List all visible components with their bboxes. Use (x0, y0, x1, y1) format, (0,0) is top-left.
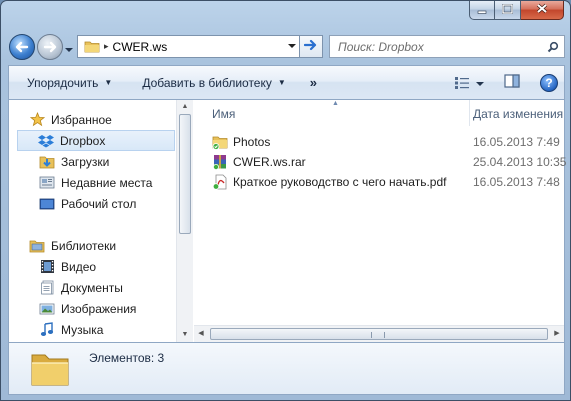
star-icon (29, 112, 45, 128)
address-bar[interactable]: ▸ CWER.ws (77, 35, 301, 58)
chevron-down-icon: ▼ (104, 78, 113, 87)
scroll-right-icon[interactable]: ▶ (550, 326, 564, 342)
address-path[interactable]: CWER.ws (113, 40, 284, 54)
file-name: CWER.ws.rar (233, 154, 306, 169)
forward-button[interactable] (37, 34, 63, 60)
recent-places-icon (39, 175, 55, 191)
music-library-icon (39, 322, 55, 338)
libraries-header[interactable]: Библиотеки (29, 235, 195, 256)
documents-library-icon (39, 280, 55, 296)
file-date: 16.05.2013 7:49 (473, 134, 560, 149)
recent-pages-dropdown[interactable] (65, 42, 73, 52)
sidebar-item-dropbox[interactable]: Dropbox (17, 130, 175, 151)
pictures-library-icon (39, 301, 55, 317)
scroll-down-icon[interactable]: ▼ (177, 328, 193, 342)
command-bar-right: ? (454, 66, 558, 99)
video-library-icon (39, 259, 55, 275)
downloads-icon (39, 154, 55, 170)
column-header-name[interactable]: Имя (212, 107, 235, 121)
desktop-icon (39, 196, 55, 212)
sidebar-item-label: Недавние места (61, 175, 153, 190)
maximize-icon (501, 3, 514, 17)
breadcrumb-chevron-icon[interactable]: ▸ (104, 41, 109, 52)
search-input[interactable]: Поиск: Dropbox (338, 40, 542, 54)
libraries-icon (29, 238, 45, 254)
folder-large-icon (29, 347, 71, 389)
back-button[interactable] (9, 34, 35, 60)
maximize-button[interactable] (495, 1, 521, 20)
change-view-icon[interactable] (454, 76, 470, 90)
back-arrow-icon (15, 41, 29, 53)
synced-folder-icon (212, 134, 228, 150)
file-list-pane: ▲ Имя Дата изменения Photos 16.05.2013 7… (194, 100, 567, 342)
folder-icon (84, 40, 100, 53)
sidebar-item-label: Видео (61, 259, 97, 274)
view-dropdown-icon[interactable] (476, 76, 484, 90)
organize-menu[interactable]: Упорядочить ▼ (9, 66, 122, 99)
file-row[interactable]: Photos 16.05.2013 7:49 (194, 132, 564, 151)
minimize-icon (477, 3, 487, 17)
pdf-file-icon (212, 174, 228, 190)
file-row[interactable]: CWER.ws.rar 25.04.2013 10:35 (194, 152, 567, 171)
column-header-date[interactable]: Дата изменения (473, 107, 563, 121)
rar-archive-icon (212, 154, 228, 170)
explorer-window: ▸ CWER.ws Поиск: Dropbox Упорядочить ▼ Д… (0, 0, 571, 401)
sidebar-item-label: Dropbox (60, 133, 106, 148)
preview-pane-icon[interactable] (504, 74, 520, 91)
scrollbar-thumb[interactable] (210, 328, 548, 340)
scroll-left-icon[interactable]: ◀ (194, 326, 208, 342)
minimize-button[interactable] (469, 1, 495, 20)
sidebar-item-label: Загрузки (61, 154, 110, 169)
scrollbar-thumb[interactable] (179, 114, 191, 234)
caption-buttons (469, 1, 564, 21)
navigation-pane: Избранное Dropbox Загрузки Недавние мест… (9, 100, 176, 342)
address-dropdown-button[interactable] (284, 36, 300, 57)
go-arrow-icon (303, 39, 318, 54)
search-box[interactable]: Поиск: Dropbox (329, 35, 565, 58)
details-pane: Элементов: 3 (8, 342, 565, 395)
help-icon[interactable]: ? (540, 73, 558, 92)
file-name: Photos (233, 134, 271, 149)
scrollbar-grip (371, 332, 385, 338)
close-button[interactable] (521, 1, 564, 20)
sidebar-item-label: Рабочий стол (61, 196, 137, 211)
sort-ascending-icon: ▲ (332, 100, 339, 107)
sidebar-item-label: Изображения (61, 301, 137, 316)
more-commands-button[interactable]: » (302, 75, 325, 90)
dropbox-icon (38, 133, 54, 149)
sidebar-item-label: Музыка (61, 322, 104, 337)
file-row[interactable]: Краткое руководство с чего начать.pdf 16… (194, 172, 564, 191)
column-header-row: ▲ Имя Дата изменения (194, 100, 564, 126)
command-bar: Упорядочить ▼ Добавить в библиотеку ▼ » (8, 65, 565, 100)
file-date: 16.05.2013 7:48 (473, 174, 560, 189)
add-to-library-menu[interactable]: Добавить в библиотеку ▼ (122, 66, 295, 99)
search-icon[interactable] (542, 41, 564, 53)
navigation-pane-scrollbar[interactable]: ▲ ▼ (176, 100, 193, 342)
go-button[interactable] (299, 35, 323, 58)
favorites-header[interactable]: Избранное (29, 109, 195, 130)
organize-label: Упорядочить (27, 75, 99, 90)
item-count: Элементов: 3 (89, 351, 165, 365)
navigation-row: ▸ CWER.ws Поиск: Dropbox (9, 31, 565, 61)
chevron-down-icon: ▼ (277, 78, 286, 87)
sidebar-item-label: Документы (61, 280, 123, 295)
add-to-library-label: Добавить в библиотеку (142, 75, 272, 90)
file-date: 25.04.2013 10:35 (473, 154, 567, 169)
favorites-label: Избранное (51, 112, 112, 127)
content-panes: Избранное Dropbox Загрузки Недавние мест… (8, 100, 567, 342)
file-list-horizontal-scrollbar[interactable]: ◀ ▶ (194, 325, 564, 342)
close-icon (536, 3, 548, 17)
forward-arrow-icon (43, 41, 57, 53)
column-divider[interactable] (469, 100, 470, 126)
scroll-up-icon[interactable]: ▲ (177, 100, 193, 114)
libraries-label: Библиотеки (51, 238, 117, 253)
file-name: Краткое руководство с чего начать.pdf (233, 174, 447, 189)
